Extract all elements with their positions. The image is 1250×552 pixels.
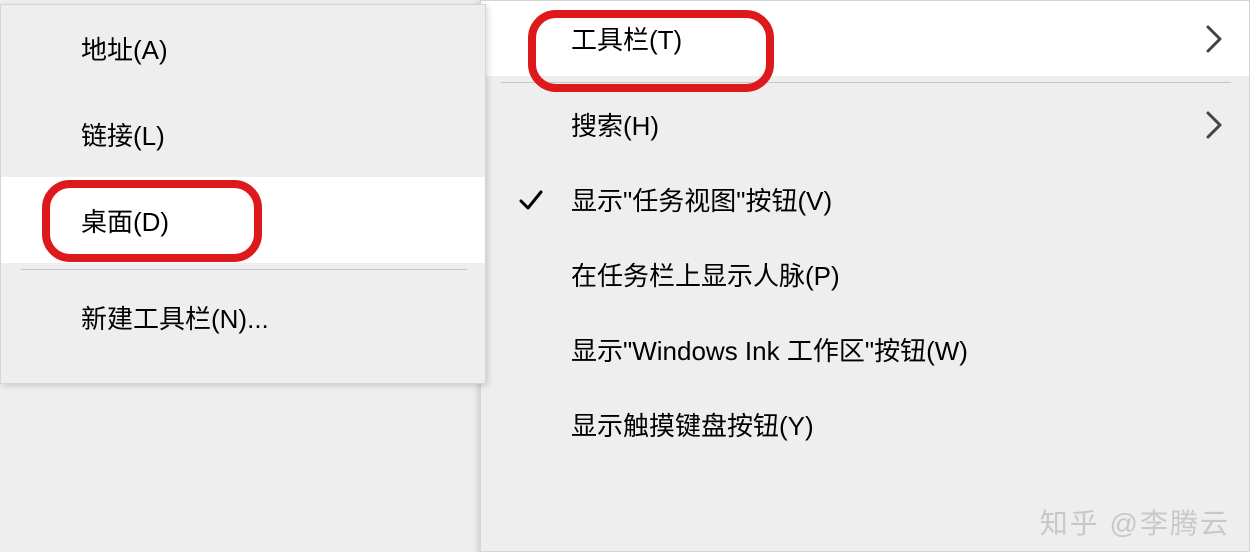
submenu-item-links[interactable]: 链接(L) — [1, 91, 485, 177]
menu-label: 桌面(D) — [81, 202, 169, 239]
menu-item-show-ink[interactable]: 显示"Windows Ink 工作区"按钮(W) — [481, 312, 1249, 387]
menu-label: 新建工具栏(N)... — [81, 299, 269, 336]
submenu-item-desktop[interactable]: 桌面(D) — [1, 177, 485, 263]
check-icon — [516, 185, 546, 215]
menu-item-show-people[interactable]: 在任务栏上显示人脉(P) — [481, 237, 1249, 312]
menu-item-show-taskview[interactable]: 显示"任务视图"按钮(V) — [481, 162, 1249, 237]
toolbars-submenu: 地址(A) 链接(L) 桌面(D) 新建工具栏(N)... — [0, 4, 486, 384]
menu-label: 链接(L) — [81, 116, 165, 153]
taskbar-context-menu: 工具栏(T) 搜索(H) 显示"任务视图"按钮(V) 在任务栏上显示人脉(P) … — [480, 0, 1250, 552]
submenu-arrow-icon — [1199, 110, 1229, 140]
menu-item-toolbars[interactable]: 工具栏(T) — [481, 1, 1249, 76]
menu-label: 地址(A) — [81, 30, 168, 67]
menu-item-search[interactable]: 搜索(H) — [481, 87, 1249, 162]
menu-label: 显示"Windows Ink 工作区"按钮(W) — [571, 331, 968, 368]
menu-label: 显示"任务视图"按钮(V) — [571, 181, 832, 218]
submenu-item-new-toolbar[interactable]: 新建工具栏(N)... — [1, 274, 485, 360]
menu-separator — [501, 82, 1231, 83]
menu-separator — [21, 269, 467, 270]
menu-label: 显示触摸键盘按钮(Y) — [571, 406, 814, 443]
menu-label: 在任务栏上显示人脉(P) — [571, 256, 840, 293]
watermark: 知乎 @李腾云 — [1040, 502, 1230, 542]
menu-label: 搜索(H) — [571, 106, 659, 143]
menu-label: 工具栏(T) — [571, 20, 682, 57]
submenu-arrow-icon — [1199, 24, 1229, 54]
menu-item-show-touch-keyboard[interactable]: 显示触摸键盘按钮(Y) — [481, 387, 1249, 462]
submenu-item-address[interactable]: 地址(A) — [1, 5, 485, 91]
